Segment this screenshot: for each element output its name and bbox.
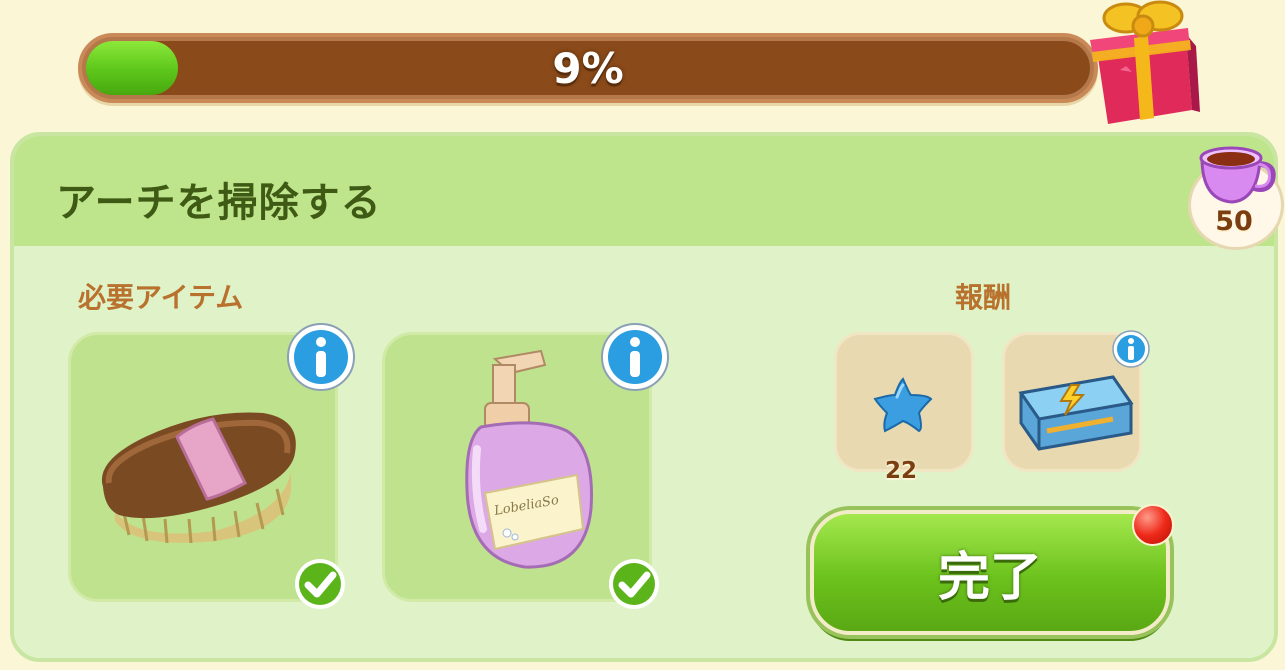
notification-dot [1132,504,1174,546]
info-icon[interactable] [599,321,671,393]
gift-icon[interactable] [1082,0,1202,130]
required-item-soap[interactable]: LobeliaSo [382,323,669,609]
blue-star-icon [873,377,933,433]
info-icon[interactable] [1111,329,1151,369]
required-items-label: 必要アイテム [78,281,244,314]
cost-badge: 50 [1186,140,1284,250]
reward-chest[interactable] [1002,330,1150,472]
info-icon[interactable] [285,321,357,393]
reward-star-count: 22 [885,458,918,484]
task-title: アーチを掃除する [56,180,382,226]
required-item-brush[interactable] [68,323,355,609]
check-icon [609,559,659,609]
cost-value: 50 [1215,206,1253,237]
progress-percent: 9% [552,43,624,93]
soap-bottle-icon: LobeliaSo [465,349,593,569]
check-icon [295,559,345,609]
rewards-label: 報酬 [955,281,1012,314]
complete-button[interactable]: 完了 [810,510,1170,635]
progress-bar: 9% [78,33,1098,103]
complete-button-label: 完了 [937,548,1042,608]
reward-star [834,332,974,472]
energy-chest-icon [1018,375,1134,451]
brush-icon [101,412,296,544]
teacup-icon [1199,146,1276,204]
